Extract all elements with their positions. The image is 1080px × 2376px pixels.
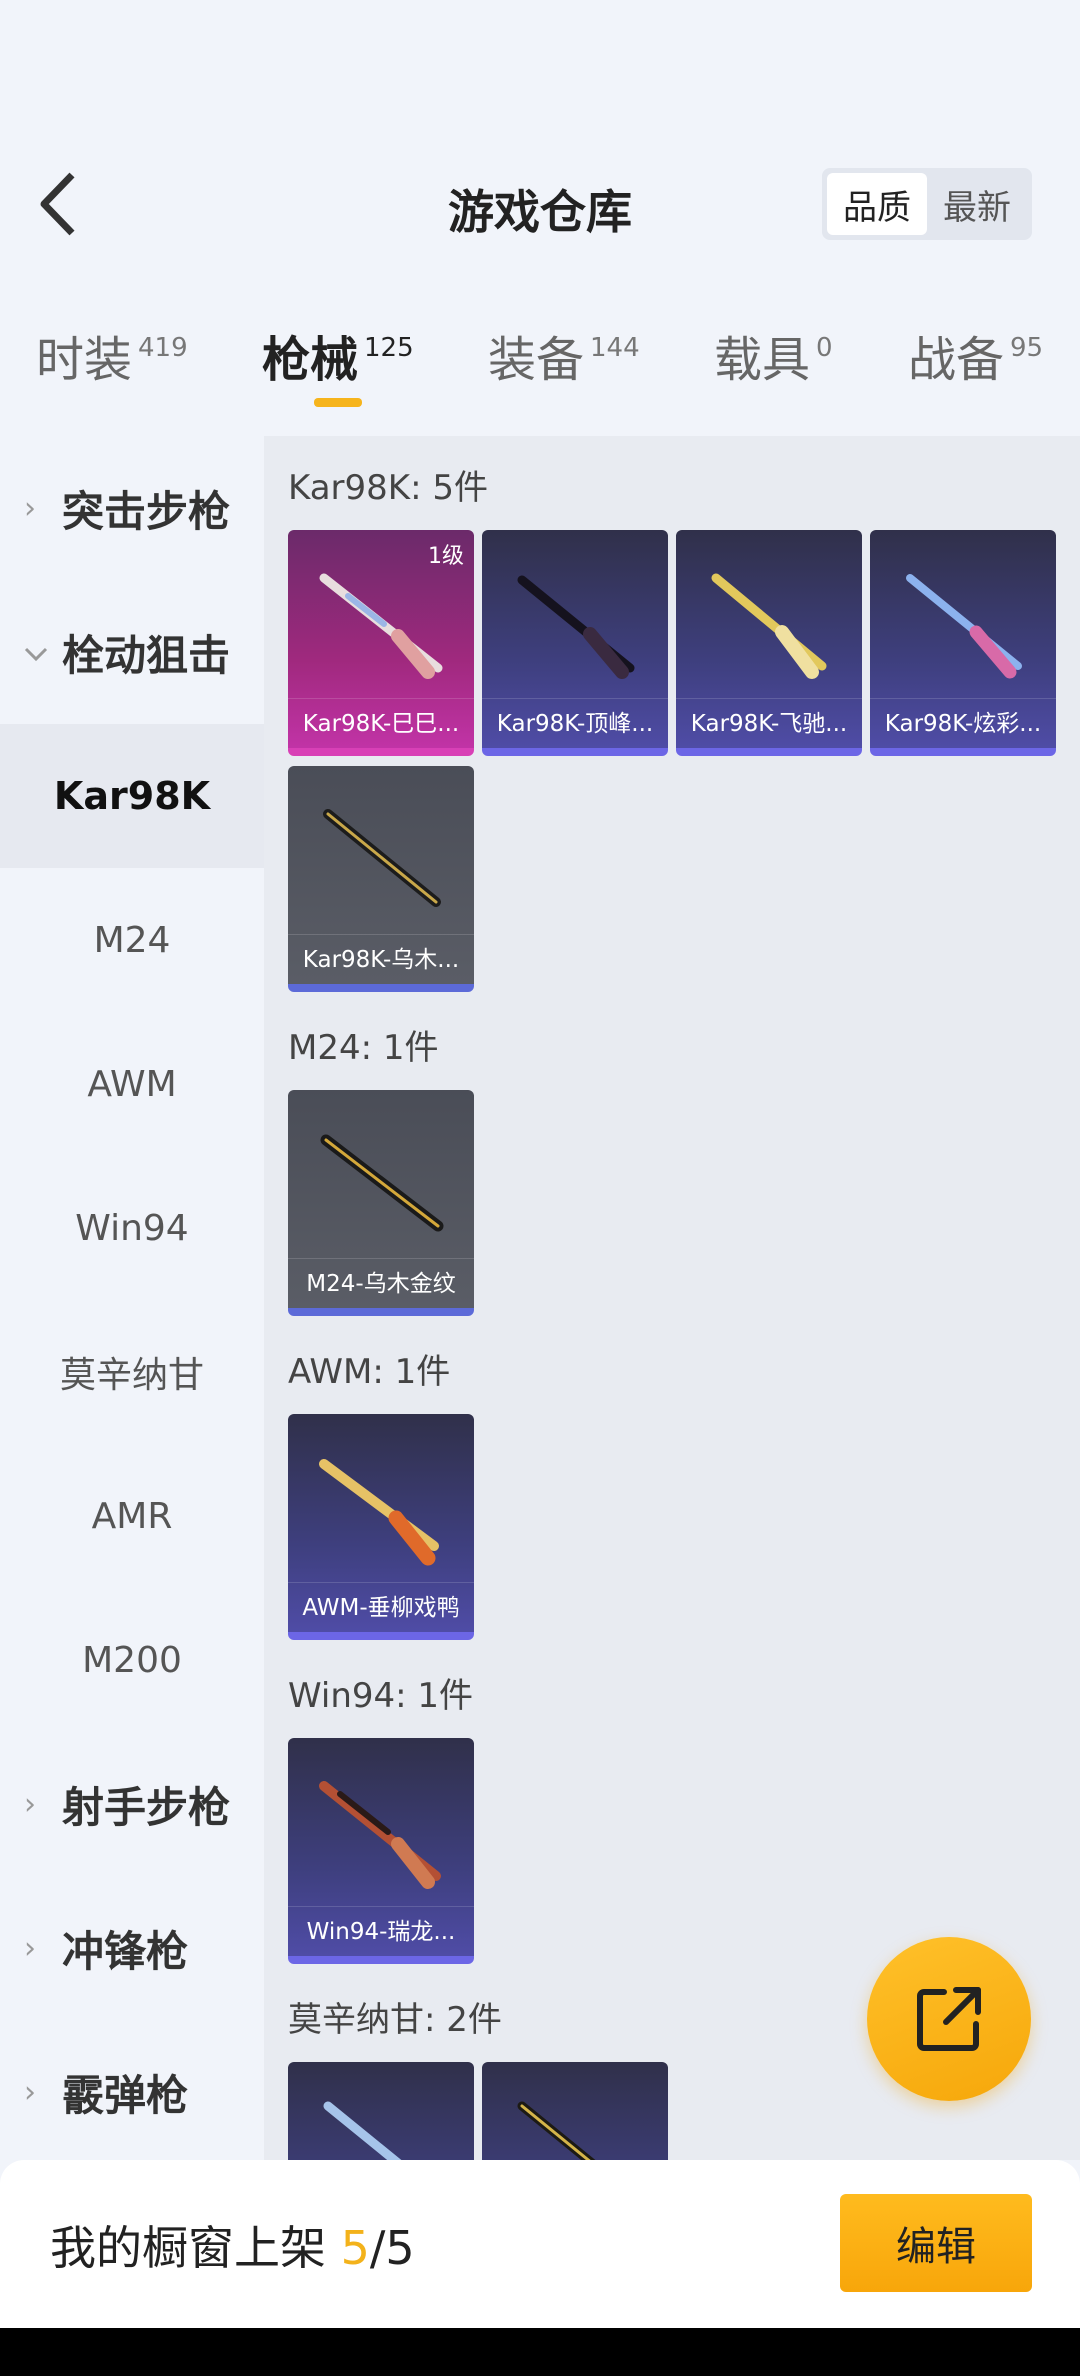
share-button[interactable] xyxy=(867,1937,1031,2101)
showcase-total: /5 xyxy=(369,2221,415,2275)
weapon-card[interactable]: Kar98K-炫彩... xyxy=(870,530,1056,756)
tab-label: 战备 xyxy=(908,332,1005,388)
sidebar-item-awm[interactable]: AWM xyxy=(0,1012,264,1156)
rifle-icon xyxy=(323,809,441,907)
active-tab-indicator xyxy=(314,398,362,407)
share-icon xyxy=(917,1987,981,2051)
rifle-icon xyxy=(319,1781,441,1889)
weapon-name: AWM-垂柳戏鸭 xyxy=(288,1582,474,1632)
weapon-category-sidebar: › 突击步枪 栓动狙击 Kar98K M24 AWM Win94 莫辛纳甘 AM… xyxy=(0,436,264,2160)
showcase-label: 我的橱窗上架 xyxy=(50,2221,326,2275)
rifle-icon xyxy=(323,2101,402,2160)
weapon-card[interactable] xyxy=(482,2062,668,2160)
sidebar-item-label: 霰弹枪 xyxy=(62,2070,189,2120)
sort-toggle: 品质 最新 xyxy=(822,168,1032,240)
sidebar-item-bolt-sniper[interactable]: 栓动狙击 xyxy=(0,580,264,724)
chevron-right-icon: › xyxy=(24,2074,36,2110)
weapon-name: Kar98K-炫彩... xyxy=(870,698,1056,748)
section-title-kar98k: Kar98K: 5件 xyxy=(288,468,488,508)
section-title-mosin: 莫辛纳甘: 2件 xyxy=(288,2000,502,2040)
sidebar-item-label: 栓动狙击 xyxy=(62,630,231,680)
tab-count: 0 xyxy=(816,333,833,363)
sidebar-item-label: 冲锋枪 xyxy=(62,1926,189,1976)
sidebar-item-label: 射手步枪 xyxy=(62,1782,231,1832)
sidebar-item-label: 突击步枪 xyxy=(62,486,231,536)
section-title-win94: Win94: 1件 xyxy=(288,1676,474,1716)
sidebar-item-kar98k[interactable]: Kar98K xyxy=(0,724,264,868)
weapon-card[interactable]: Kar98K-顶峰... xyxy=(482,530,668,756)
rifle-icon xyxy=(517,2101,596,2160)
sidebar-item-m200[interactable]: M200 xyxy=(0,1588,264,1732)
weapon-name: Kar98K-乌木... xyxy=(288,934,474,984)
weapon-name: Kar98K-飞驰... xyxy=(676,698,862,748)
weapon-card[interactable]: Win94-瑞龙... xyxy=(288,1738,474,1964)
tab-count: 419 xyxy=(138,333,188,363)
edit-button[interactable]: 编辑 xyxy=(840,2194,1032,2292)
tab-supplies[interactable]: 战备 95 xyxy=(908,320,1043,410)
chevron-right-icon: › xyxy=(24,1930,36,1966)
rifle-icon xyxy=(319,1459,439,1566)
weapon-list: Kar98K: 5件 1级 Kar98K-巳巳... Kar98K-顶峰... … xyxy=(264,436,1080,2160)
weapon-name: M24-乌木金纹 xyxy=(288,1258,474,1308)
weapon-card[interactable] xyxy=(288,2062,474,2160)
weapon-card[interactable]: Kar98K-飞驰... xyxy=(676,530,862,756)
header: 游戏仓库 品质 最新 xyxy=(0,150,1080,260)
tab-label: 时装 xyxy=(36,332,133,388)
sidebar-item-mosin[interactable]: 莫辛纳甘 xyxy=(0,1300,264,1444)
category-tabs: 时装 419 枪械 125 装备 144 载具 0 战备 95 xyxy=(0,320,1080,410)
chevron-right-icon: › xyxy=(24,1786,36,1822)
tab-fashion[interactable]: 时装 419 xyxy=(36,320,188,410)
weapon-card[interactable]: Kar98K-乌木... xyxy=(288,766,474,992)
sort-quality-button[interactable]: 品质 xyxy=(827,173,927,235)
rifle-icon xyxy=(711,573,827,679)
weapon-card[interactable]: M24-乌木金纹 xyxy=(288,1090,474,1316)
rifle-icon xyxy=(320,1134,444,1232)
showcase-current-count: 5 xyxy=(340,2221,370,2275)
level-badge: 1级 xyxy=(428,544,464,569)
sidebar-item-amr[interactable]: AMR xyxy=(0,1444,264,1588)
weapon-name: Win94-瑞龙... xyxy=(288,1906,474,1956)
sidebar-item-smg[interactable]: › 冲锋枪 xyxy=(0,1876,264,2020)
tab-count: 125 xyxy=(364,333,414,363)
chevron-down-icon xyxy=(24,635,54,670)
tab-count: 144 xyxy=(590,333,640,363)
system-navigation-bar xyxy=(0,2328,1080,2376)
rifle-icon xyxy=(517,575,635,679)
sidebar-item-m24[interactable]: M24 xyxy=(0,868,264,1012)
sidebar-item-assault-rifle[interactable]: › 突击步枪 xyxy=(0,436,264,580)
tab-firearms[interactable]: 枪械 125 xyxy=(262,320,414,410)
tab-vehicles[interactable]: 载具 0 xyxy=(714,320,833,410)
tab-count: 95 xyxy=(1010,333,1044,363)
showcase-status: 我的橱窗上架 5/5 xyxy=(50,2212,415,2278)
rifle-icon xyxy=(319,573,443,679)
sidebar-item-shotgun[interactable]: › 霰弹枪 xyxy=(0,2020,264,2164)
weapon-name: Kar98K-顶峰... xyxy=(482,698,668,748)
weapon-card[interactable]: AWM-垂柳戏鸭 xyxy=(288,1414,474,1640)
sidebar-item-win94[interactable]: Win94 xyxy=(0,1156,264,1300)
weapon-name: Kar98K-巳巳... xyxy=(288,698,474,748)
showcase-bar: 我的橱窗上架 5/5 编辑 xyxy=(0,2160,1080,2328)
section-title-awm: AWM: 1件 xyxy=(288,1352,451,1392)
section-title-m24: M24: 1件 xyxy=(288,1028,439,1068)
chevron-right-icon: › xyxy=(24,490,36,526)
tab-label: 装备 xyxy=(488,332,585,388)
sidebar-item-dmr[interactable]: › 射手步枪 xyxy=(0,1732,264,1876)
tab-label: 枪械 xyxy=(262,332,359,388)
weapon-card[interactable]: 1级 Kar98K-巳巳... xyxy=(288,530,474,756)
tab-label: 载具 xyxy=(714,332,811,388)
rifle-icon xyxy=(906,574,1022,679)
tab-equipment[interactable]: 装备 144 xyxy=(488,320,640,410)
sort-latest-button[interactable]: 最新 xyxy=(927,173,1027,235)
